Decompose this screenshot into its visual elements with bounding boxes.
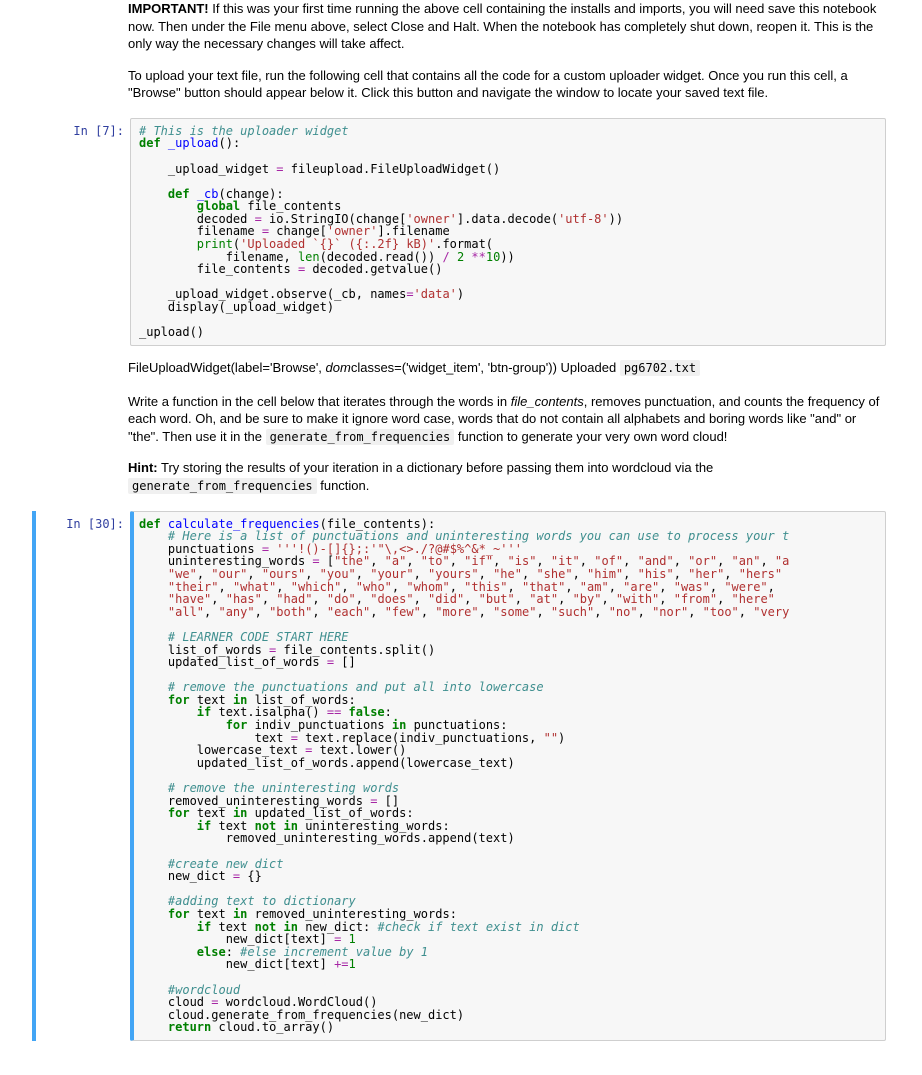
md-code: generate_from_frequencies (266, 429, 455, 445)
code-content[interactable]: def calculate_frequencies(file_contents)… (139, 518, 877, 1034)
md-text: If this was your first time running the … (128, 1, 876, 51)
cell-body[interactable]: # This is the uploader widget def _uploa… (130, 118, 886, 346)
md-text: function to generate your very own word … (454, 429, 727, 444)
md-paragraph: IMPORTANT! If this was your first time r… (128, 0, 882, 53)
cell-body[interactable]: def calculate_frequencies(file_contents)… (130, 511, 886, 1041)
cell-prompt: In [7]: (36, 118, 130, 346)
output-text: FileUploadWidget(label='Browse', (128, 360, 326, 375)
uploaded-filename: pg6702.txt (620, 360, 700, 376)
cell-prompt: In [30]: (36, 511, 130, 1041)
code-content[interactable]: # This is the uploader widget def _uploa… (139, 125, 877, 339)
notebook-page: IMPORTANT! If this was your first time r… (0, 0, 922, 1075)
md-text: Try storing the results of your iteratio… (158, 460, 714, 475)
important-label: IMPORTANT! (128, 1, 209, 16)
md-paragraph: Hint: Try storing the results of your it… (128, 459, 882, 494)
md-paragraph: To upload your text file, run the follow… (128, 67, 882, 102)
output-em: dom (326, 360, 351, 375)
markdown-important: IMPORTANT! If this was your first time r… (128, 0, 882, 102)
output-text: classes=('widget_item', 'btn-group')) Up… (351, 360, 620, 375)
cell-output: FileUploadWidget(label='Browse', domclas… (128, 360, 882, 375)
md-code: generate_from_frequencies (128, 478, 317, 494)
md-em: file_contents (511, 394, 584, 409)
hint-label: Hint: (128, 460, 158, 475)
code-cell-7: In [7]: # This is the uploader widget de… (36, 118, 886, 346)
code-cell-30: In [30]: def calculate_frequencies(file_… (36, 511, 886, 1041)
md-text: function. (317, 478, 370, 493)
md-paragraph: Write a function in the cell below that … (128, 393, 882, 446)
markdown-instructions: Write a function in the cell below that … (128, 393, 882, 495)
md-text: Write a function in the cell below that … (128, 394, 511, 409)
